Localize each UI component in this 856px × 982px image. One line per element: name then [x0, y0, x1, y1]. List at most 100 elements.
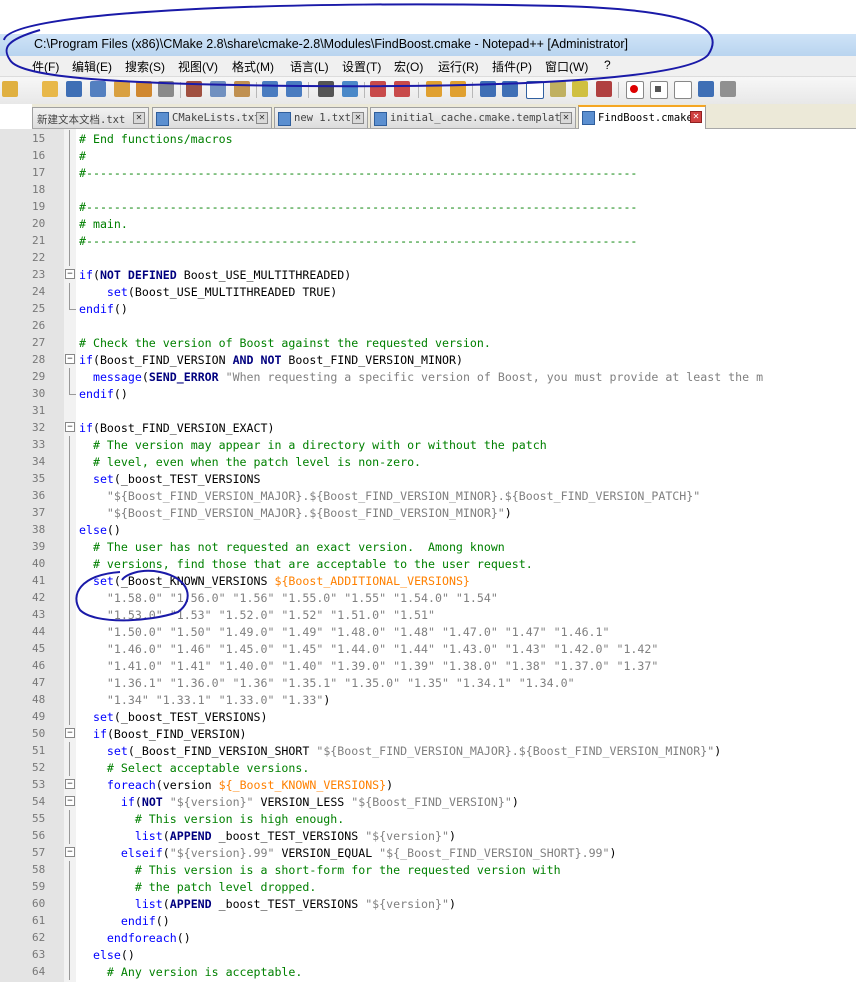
zoom-out-icon[interactable] [394, 81, 410, 97]
close-icon[interactable]: ✕ [560, 112, 572, 124]
undo-icon[interactable] [262, 81, 278, 97]
code-line[interactable]: 22 [0, 249, 856, 266]
fold-toggle-icon[interactable]: − [65, 269, 75, 279]
code-line[interactable]: 32 − if(Boost_FIND_VERSION_EXACT) [0, 419, 856, 436]
save-icon[interactable] [66, 81, 82, 97]
indent-guide-icon[interactable] [526, 81, 544, 99]
close-icon[interactable]: ✕ [256, 112, 268, 124]
fold-toggle-icon[interactable]: − [65, 796, 75, 806]
tab-findboost[interactable]: FindBoost.cmake ✕ [578, 105, 706, 130]
run-macro-multiple-icon[interactable] [698, 81, 714, 97]
play-macro-icon[interactable] [674, 81, 692, 99]
new-file-icon[interactable] [2, 81, 18, 97]
code-line[interactable]: 41 set(_Boost_KNOWN_VERSIONS ${Boost_ADD… [0, 572, 856, 589]
menu-item[interactable]: 格式(M) [232, 58, 274, 75]
menu-item[interactable]: 宏(O) [394, 58, 423, 75]
code-line[interactable]: 61 endif() [0, 912, 856, 929]
show-all-chars-icon[interactable] [502, 81, 518, 97]
replace-icon[interactable] [342, 81, 358, 97]
function-list-icon[interactable] [572, 81, 588, 97]
code-line[interactable]: 19 #-------------------------------------… [0, 198, 856, 215]
word-wrap-icon[interactable] [480, 81, 496, 97]
cut-icon[interactable] [186, 81, 202, 97]
menu-item[interactable]: 设置(T) [342, 58, 381, 75]
fold-toggle-icon[interactable]: − [65, 728, 75, 738]
tab-new-1[interactable]: new 1.txt ✕ [274, 107, 368, 128]
tab-cmakelists[interactable]: CMakeLists.txt ✕ [152, 107, 272, 128]
code-editor[interactable]: 15 # End functions/macros 16 #17 #----------… [0, 129, 856, 982]
print-icon[interactable] [158, 81, 174, 97]
code-line[interactable]: 23 − if(NOT DEFINED Boost_USE_MULTITHREADE… [0, 266, 856, 283]
redo-icon[interactable] [286, 81, 302, 97]
fold-toggle-icon[interactable]: − [65, 422, 75, 432]
menu-item[interactable]: 编辑(E) [72, 58, 112, 75]
code-line[interactable]: 20 # main. [0, 215, 856, 232]
code-line[interactable]: 52 # Select acceptable versions. [0, 759, 856, 776]
tab-new-text-document[interactable]: 新建文本文档.txt ✕ [32, 107, 149, 128]
fold-toggle-icon[interactable]: − [65, 779, 75, 789]
code-line[interactable]: 33 # The version may appear in a directo… [0, 436, 856, 453]
code-line[interactable]: 43 "1.53.0" "1.53" "1.52.0" "1.52" "1.51… [0, 606, 856, 623]
code-line[interactable]: 15 # End functions/macros [0, 130, 856, 147]
code-line[interactable]: 46 "1.41.0" "1.41" "1.40.0" "1.40" "1.39… [0, 657, 856, 674]
code-line[interactable]: 51 set(_Boost_FIND_VERSION_SHORT "${Boos… [0, 742, 856, 759]
code-line[interactable]: 35 set(_boost_TEST_VERSIONS [0, 470, 856, 487]
code-line[interactable]: 37 "${Boost_FIND_VERSION_MAJOR}.${Boost_… [0, 504, 856, 521]
code-line[interactable]: 21 #-------------------------------------… [0, 232, 856, 249]
stop-macro-icon[interactable] [650, 81, 668, 99]
close-icon[interactable]: ✕ [690, 111, 702, 123]
code-line[interactable]: 17 #-------------------------------------… [0, 164, 856, 181]
fold-toggle-icon[interactable]: − [65, 354, 75, 364]
close-icon[interactable]: ✕ [133, 112, 145, 124]
code-line[interactable]: 18 [0, 181, 856, 198]
code-line[interactable]: 64 # Any version is acceptable. [0, 963, 856, 980]
code-line[interactable]: 27 # Check the version of Boost against t… [0, 334, 856, 351]
title-bar[interactable]: C:\Program Files (x86)\CMake 2.8\share\c… [0, 34, 856, 56]
code-line[interactable]: 28 − if(Boost_FIND_VERSION AND NOT Boost_F… [0, 351, 856, 368]
record-macro-icon[interactable] [626, 81, 644, 99]
code-line[interactable]: 50 − if(Boost_FIND_VERSION) [0, 725, 856, 742]
code-line[interactable]: 42 "1.58.0" "1.56.0" "1.56" "1.55.0" "1.… [0, 589, 856, 606]
menu-item[interactable]: 窗口(W) [545, 58, 588, 75]
code-line[interactable]: 44 "1.50.0" "1.50" "1.49.0" "1.49" "1.48… [0, 623, 856, 640]
zoom-in-icon[interactable] [370, 81, 386, 97]
code-line[interactable]: 47 "1.36.1" "1.36.0" "1.36" "1.35.1" "1.… [0, 674, 856, 691]
menu-item[interactable]: 运行(R) [438, 58, 479, 75]
close-all-icon[interactable] [136, 81, 152, 97]
code-line[interactable]: 57 − elseif("${version}.99" VERSION_EQUAL… [0, 844, 856, 861]
code-line[interactable]: 30 endif() [0, 385, 856, 402]
menu-item[interactable]: 语言(L) [290, 58, 329, 75]
menu-item[interactable]: 搜索(S) [125, 58, 165, 75]
save-macro-icon[interactable] [720, 81, 736, 97]
code-line[interactable]: 49 set(_boost_TEST_VERSIONS) [0, 708, 856, 725]
code-line[interactable]: 55 # This version is high enough. [0, 810, 856, 827]
code-line[interactable]: 60 list(APPEND _boost_TEST_VERSIONS "${v… [0, 895, 856, 912]
fold-toggle-icon[interactable]: − [65, 847, 75, 857]
sync-horizontal-icon[interactable] [450, 81, 466, 97]
menu-item[interactable]: 插件(P) [492, 58, 532, 75]
code-line[interactable]: 25 endif() [0, 300, 856, 317]
language-icon[interactable] [550, 81, 566, 97]
code-line[interactable]: 54 − if(NOT "${version}" VERSION_LESS "${… [0, 793, 856, 810]
code-line[interactable]: 36 "${Boost_FIND_VERSION_MAJOR}.${Boost_… [0, 487, 856, 504]
close-icon[interactable]: ✕ [352, 112, 364, 124]
menu-item[interactable]: ? [604, 58, 611, 72]
code-line[interactable]: 40 # versions, find those that are accep… [0, 555, 856, 572]
close-file-icon[interactable] [114, 81, 130, 97]
doc-map-icon[interactable] [596, 81, 612, 97]
copy-icon[interactable] [210, 81, 226, 97]
paste-icon[interactable] [234, 81, 250, 97]
code-line[interactable]: 58 # This version is a short-form for th… [0, 861, 856, 878]
code-line[interactable]: 62 endforeach() [0, 929, 856, 946]
sync-vertical-icon[interactable] [426, 81, 442, 97]
code-line[interactable]: 59 # the patch level dropped. [0, 878, 856, 895]
menu-item[interactable]: 视图(V) [178, 58, 218, 75]
code-line[interactable]: 29 message(SEND_ERROR "When requesting a… [0, 368, 856, 385]
find-icon[interactable] [318, 81, 334, 97]
code-line[interactable]: 26 [0, 317, 856, 334]
save-all-icon[interactable] [90, 81, 106, 97]
open-file-icon[interactable] [42, 81, 58, 97]
code-line[interactable]: 38 else() [0, 521, 856, 538]
code-line[interactable]: 16 # [0, 147, 856, 164]
code-line[interactable]: 53 − foreach(version ${_Boost_KNOWN_VERSI… [0, 776, 856, 793]
